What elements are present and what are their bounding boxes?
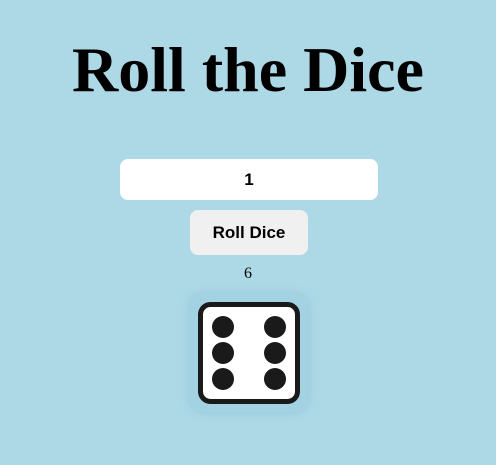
roll-dice-button[interactable]: Roll Dice	[190, 210, 308, 255]
dice-count-input[interactable]	[120, 159, 378, 200]
die-pip	[264, 316, 286, 338]
dice-six-icon	[198, 302, 300, 404]
die-pip	[212, 368, 234, 390]
die-pip	[212, 316, 234, 338]
die-pip	[264, 368, 286, 390]
die-pip	[212, 342, 234, 364]
roll-total: 6	[244, 265, 252, 282]
dice-container	[189, 293, 309, 413]
die-pip	[264, 342, 286, 364]
page-title: Roll the Dice	[72, 34, 424, 105]
